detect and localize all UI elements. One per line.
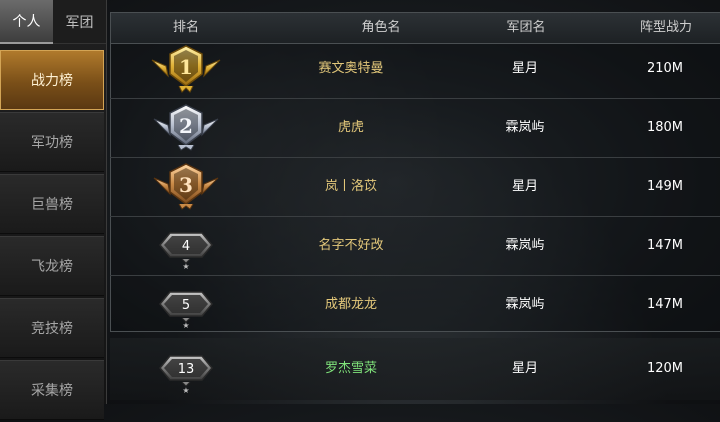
- top-tabs: 个人 军团: [0, 0, 106, 44]
- header-power: 阵型战力: [639, 20, 692, 35]
- self-rank-row[interactable]: 13 ★ 罗杰雪菜 星月 120M: [110, 338, 720, 400]
- plain-rank-badge-icon: 5 ★: [146, 276, 226, 334]
- power-value: 149M: [646, 179, 684, 194]
- sidebar-item-beast-ranking[interactable]: 巨兽榜: [0, 174, 104, 234]
- badge-number: 1: [179, 55, 193, 79]
- player-name: 岚丨洛苡: [324, 179, 377, 194]
- legion-name: 星月: [511, 179, 538, 194]
- sidebar-item-arena-ranking[interactable]: 竞技榜: [0, 298, 104, 358]
- svg-text:★: ★: [182, 262, 189, 271]
- legion-name: 霖岚屿: [505, 120, 545, 135]
- sidebar-item-power-ranking[interactable]: 战力榜: [0, 50, 104, 110]
- badge-number: 13: [178, 362, 195, 377]
- plain-rank-badge-icon: 4 ★: [146, 217, 226, 275]
- player-name: 虎虎: [337, 120, 364, 135]
- table-row[interactable]: 3 岚丨洛苡 星月 149M: [110, 158, 720, 217]
- sidebar-list: 战力榜 军功榜 巨兽榜 飞龙榜 竞技榜 采集榜: [0, 50, 106, 422]
- sidebar-item-gather-ranking[interactable]: 采集榜: [0, 360, 104, 420]
- power-value: 147M: [646, 297, 684, 312]
- badge-number: 3: [179, 173, 193, 197]
- svg-text:★: ★: [182, 386, 189, 395]
- badge-number: 5: [182, 298, 190, 313]
- badge-number: 4: [182, 239, 190, 254]
- header-name: 角色名: [361, 20, 401, 35]
- sidebar-item-dragon-ranking[interactable]: 飞龙榜: [0, 236, 104, 296]
- legion-name: 霖岚屿: [505, 238, 545, 253]
- self-player-name: 罗杰雪菜: [324, 361, 377, 376]
- svg-text:★: ★: [182, 321, 189, 330]
- header-rank: 排名: [172, 20, 199, 35]
- silver-rank-badge-icon: 2: [146, 99, 226, 157]
- table-row[interactable]: 5 ★ 成都龙龙 霖岚屿 147M: [110, 276, 720, 334]
- badge-number: 2: [179, 114, 193, 138]
- legion-name: 霖岚屿: [505, 297, 545, 312]
- power-value: 210M: [646, 61, 684, 76]
- player-name: 成都龙龙: [324, 297, 377, 312]
- sidebar-item-merit-ranking[interactable]: 军功榜: [0, 112, 104, 172]
- tab-legion[interactable]: 军团: [53, 0, 106, 44]
- power-value: 180M: [646, 120, 684, 135]
- power-value: 147M: [646, 238, 684, 253]
- self-legion-name: 星月: [511, 361, 538, 376]
- table-row[interactable]: 2 虎虎 霖岚屿 180M: [110, 99, 720, 158]
- left-navigation-panel: 个人 军团 战力榜 军功榜 巨兽榜 飞龙榜 竞技榜 采集榜: [0, 0, 107, 420]
- gold-rank-badge-icon: 1: [146, 40, 226, 98]
- legion-name: 星月: [511, 61, 538, 76]
- plain-rank-badge-icon: 13 ★: [146, 338, 226, 400]
- bronze-rank-badge-icon: 3: [146, 158, 226, 216]
- header-legion: 军团名: [506, 20, 546, 35]
- tab-personal[interactable]: 个人: [0, 0, 53, 44]
- player-name: 名字不好改: [318, 238, 384, 253]
- self-power-value: 120M: [646, 361, 684, 376]
- player-name: 赛文奥特曼: [318, 61, 384, 76]
- table-row[interactable]: 1 赛文奥特曼 星月 210M: [110, 40, 720, 99]
- table-row[interactable]: 4 ★ 名字不好改 霖岚屿 147M: [110, 217, 720, 276]
